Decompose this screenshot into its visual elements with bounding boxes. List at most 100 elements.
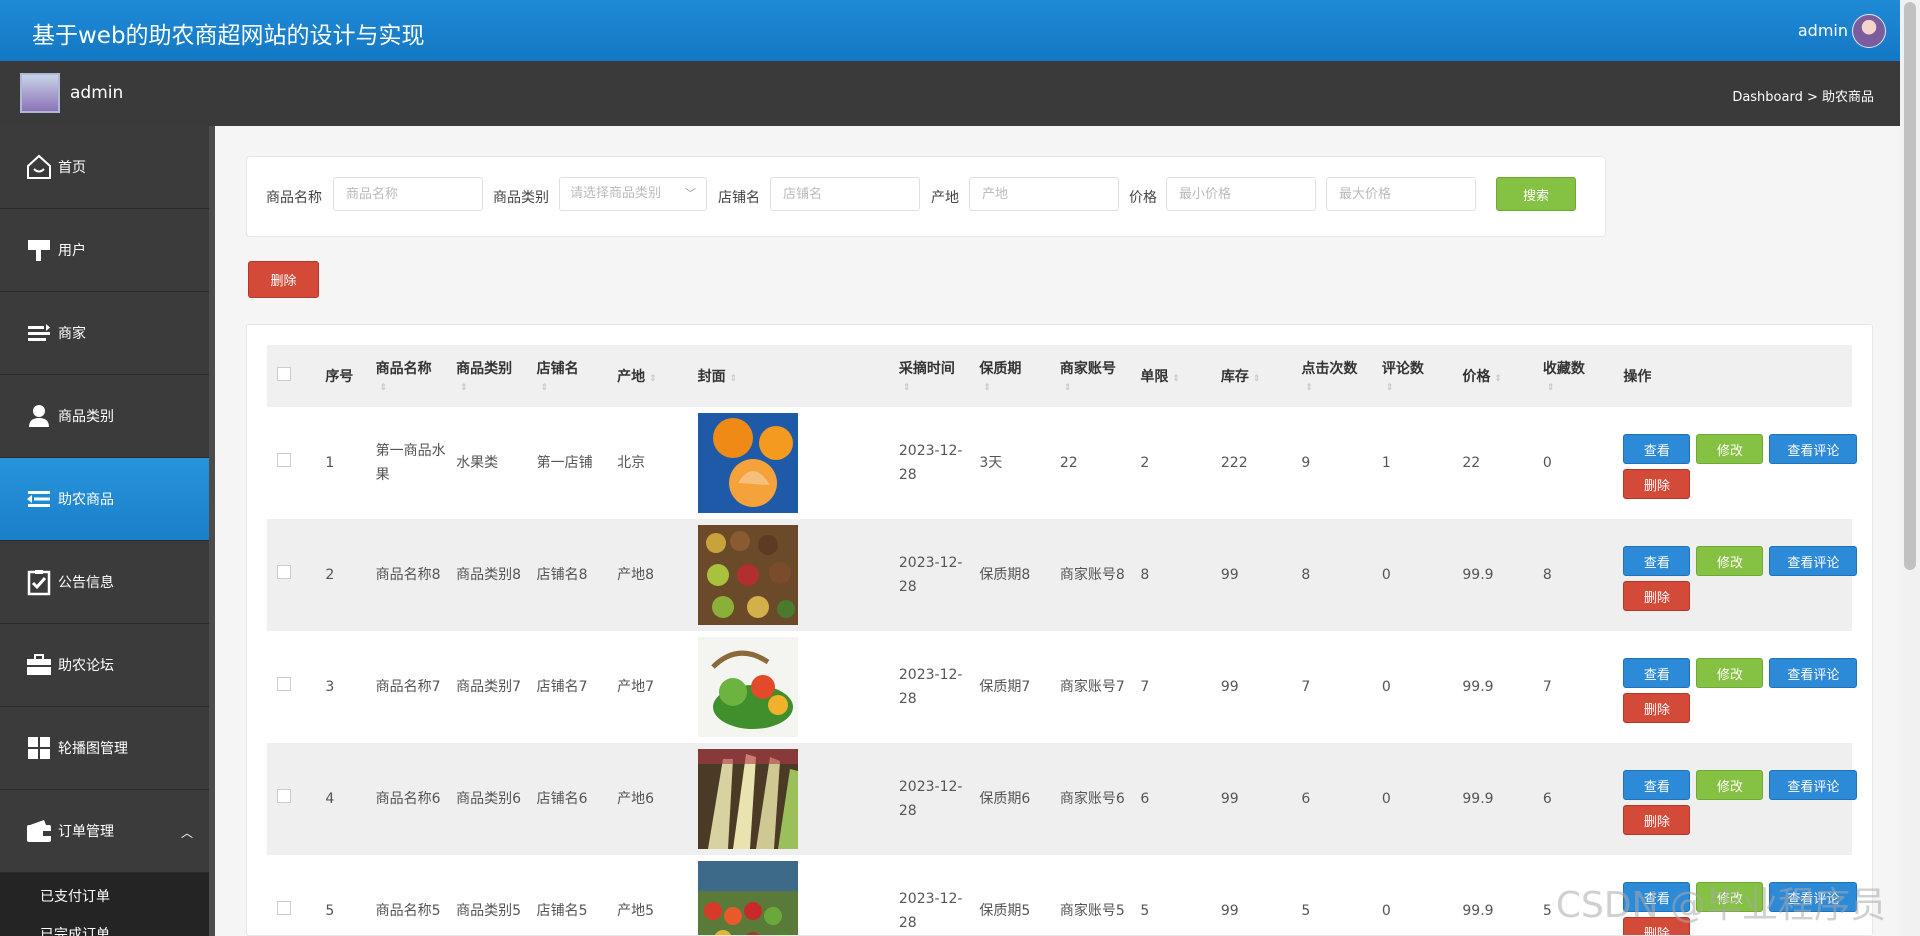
col-header-category[interactable]: 商品类别 ⇕ (448, 345, 529, 407)
cell-cover (690, 631, 891, 743)
cell-category: 商品类别8 (448, 519, 529, 631)
sort-icon[interactable]: ⇕ (1253, 374, 1261, 384)
cell-clicks: 8 (1293, 519, 1374, 631)
product-name-input[interactable] (333, 177, 483, 211)
sort-icon[interactable]: ⇕ (1305, 383, 1313, 393)
view-button[interactable]: 查看 (1623, 434, 1691, 464)
select-all-checkbox[interactable] (277, 367, 291, 381)
sort-icon[interactable]: ⇕ (1386, 383, 1394, 393)
cell-comments: 0 (1381, 903, 1391, 919)
sidebar-scrollbar[interactable] (209, 126, 215, 936)
cell-pick-time: 2023-12-28 (890, 519, 972, 631)
view-comments-button[interactable]: 查看评论 (1769, 546, 1858, 576)
sidebar-item-forum[interactable]: 助农论坛 (0, 624, 215, 707)
max-price-input[interactable] (1326, 177, 1476, 211)
sort-icon[interactable]: ⇕ (460, 383, 468, 393)
sort-icon[interactable]: ⇕ (380, 383, 388, 393)
sidebar-item-announcements[interactable]: 公告信息 (0, 541, 215, 624)
min-price-input[interactable] (1166, 177, 1316, 211)
row-actions: 查看 修改 查看评论 删除 (1623, 749, 1858, 849)
col-header-comments[interactable]: 评论数 ⇕ (1373, 345, 1455, 407)
cell-actions: 查看 修改 查看评论 删除 (1615, 407, 1858, 519)
edit-button[interactable]: 修改 (1696, 546, 1764, 576)
view-button[interactable]: 查看 (1623, 770, 1691, 800)
col-header-origin[interactable]: 产地 ⇕ (609, 345, 690, 407)
col-header-pick-time[interactable]: 采摘时间 ⇕ (890, 345, 972, 407)
table-row[interactable]: 2 商品名称8 商品类别8 店铺名8 产地8 2023-12-28 保质期8 商家账号8 8 99… (267, 519, 1858, 631)
cell-pick-time: 2023-12-28 (898, 443, 963, 483)
table-row[interactable]: 4 商品名称6 商品类别6 店铺名6 产地6 2023-12-28 保质期6 商家账号6 6 99… (267, 743, 1858, 855)
sidebar-subitem-completed-orders[interactable]: 已完成订单 (0, 919, 215, 936)
sort-icon[interactable]: ⇕ (730, 374, 738, 384)
table-row[interactable]: 1 第一商品水果 水果类 第一店铺 北京 2023-12-28 3天 22 2 222 9 1 22 0 … (267, 407, 1858, 519)
view-comments-button[interactable]: 查看评论 (1769, 434, 1858, 464)
view-button[interactable]: 查看 (1623, 546, 1691, 576)
sidebar-item-categories[interactable]: 商品类别 (0, 375, 215, 458)
row-checkbox[interactable] (277, 677, 291, 691)
sort-icon[interactable]: ⇕ (1547, 383, 1555, 393)
row-checkbox[interactable] (277, 565, 291, 579)
row-select-cell (267, 407, 317, 519)
sidebar-item-merchants[interactable]: 商家 (0, 292, 215, 375)
cell-stock: 99 (1212, 743, 1294, 855)
edit-button[interactable]: 修改 (1696, 434, 1764, 464)
sort-icon[interactable]: ⇕ (903, 383, 911, 393)
col-header-shop[interactable]: 店铺名 ⇕ (528, 345, 610, 407)
sidebar-subitem-paid-orders[interactable]: 已支付订单 (0, 873, 215, 919)
sidebar-item-carousel[interactable]: 轮播图管理 (0, 707, 215, 790)
view-comments-button[interactable]: 查看评论 (1769, 770, 1858, 800)
sort-icon[interactable]: ⇕ (1064, 383, 1072, 393)
origin-input[interactable] (969, 177, 1119, 211)
row-checkbox[interactable] (277, 901, 291, 915)
edit-button[interactable]: 修改 (1696, 770, 1764, 800)
view-comments-button[interactable]: 查看评论 (1769, 658, 1858, 688)
col-header-favorites[interactable]: 收藏数 ⇕ (1534, 345, 1616, 407)
sort-icon[interactable]: ⇕ (541, 383, 549, 393)
row-checkbox[interactable] (277, 789, 291, 803)
sidebar-item-label: 轮播图管理 (58, 741, 128, 757)
page-scrollbar-thumb[interactable] (1904, 2, 1916, 570)
category-select[interactable]: 请选择商品类别 ﹀ (559, 177, 707, 211)
sort-icon[interactable]: ⇕ (983, 383, 991, 393)
sidebar-item-orders[interactable]: 订单管理 ︿ (0, 790, 215, 873)
sidebar-item-products[interactable]: 助农商品 (0, 458, 215, 541)
sort-icon[interactable]: ⇕ (649, 374, 657, 384)
cell-category: 商品类别5 (456, 903, 522, 919)
sort-icon[interactable]: ⇕ (1172, 374, 1180, 384)
sort-icon[interactable]: ⇕ (1494, 374, 1502, 384)
col-header-stock[interactable]: 库存 ⇕ (1212, 345, 1294, 407)
delete-button[interactable]: 删除 (1623, 805, 1691, 835)
col-header-no[interactable]: 序号 (317, 345, 368, 407)
sidebar-item-users[interactable]: 用户 (0, 209, 215, 292)
col-header-clicks[interactable]: 点击次数 ⇕ (1293, 345, 1374, 407)
header-username[interactable]: admin (1798, 21, 1848, 40)
page-scrollbar[interactable] (1900, 0, 1920, 936)
view-button[interactable]: 查看 (1623, 658, 1691, 688)
breadcrumb[interactable]: Dashboard > 助农商品 (1732, 86, 1874, 105)
watermark: CSDN @毕业程序员 (1555, 885, 1886, 926)
col-header-shelf-life[interactable]: 保质期 ⇕ (971, 345, 1052, 407)
cell-shelf-life: 保质期7 (979, 679, 1031, 695)
chevron-up-icon[interactable]: ︿ (181, 824, 193, 841)
batch-delete-button[interactable]: 删除 (248, 261, 319, 298)
col-header-price[interactable]: 价格 ⇕ (1454, 345, 1535, 407)
table-row[interactable]: 3 商品名称7 商品类别7 店铺名7 产地7 2023-12-28 保质期7 商家账号7 7 99… (267, 631, 1858, 743)
header-avatar[interactable] (1852, 14, 1886, 48)
shop-input[interactable] (770, 177, 920, 211)
search-button[interactable]: 搜索 (1496, 177, 1576, 211)
delete-button[interactable]: 删除 (1623, 581, 1691, 611)
col-header-name[interactable]: 商品名称 ⇕ (367, 345, 449, 407)
row-checkbox[interactable] (277, 453, 291, 467)
col-header-merchant[interactable]: 商家账号 ⇕ (1051, 345, 1133, 407)
delete-button[interactable]: 删除 (1623, 693, 1691, 723)
cell-limit: 2 (1140, 455, 1150, 471)
sidebar-item-home[interactable]: 首页 (0, 126, 215, 209)
col-header-cover[interactable]: 封面 ⇕ (689, 345, 891, 407)
cell-category: 水果类 (456, 455, 499, 471)
edit-button[interactable]: 修改 (1696, 658, 1764, 688)
col-header-limit[interactable]: 单限 ⇕ (1132, 345, 1213, 407)
user-avatar (20, 73, 60, 113)
cell-cover (690, 407, 891, 519)
delete-button[interactable]: 删除 (1623, 469, 1691, 499)
cell-favorites: 0 (1542, 455, 1552, 471)
